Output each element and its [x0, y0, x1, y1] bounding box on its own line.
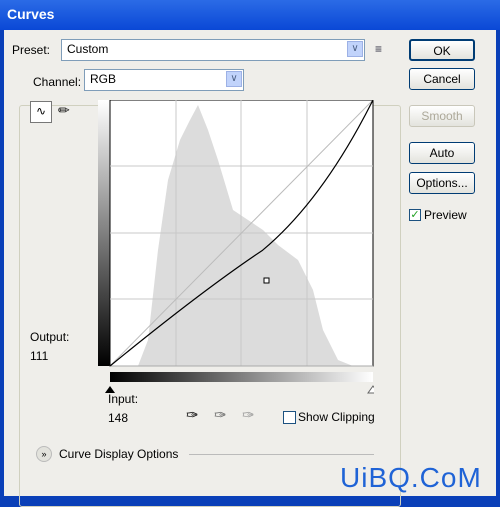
gray-eyedropper-icon[interactable]: ✑	[214, 406, 227, 424]
smooth-button: Smooth	[409, 105, 475, 127]
output-gradient	[98, 100, 110, 366]
input-value: 148	[108, 411, 129, 425]
preview-label: Preview	[424, 208, 467, 222]
input-gradient	[110, 372, 373, 382]
curve-graph[interactable]	[98, 100, 374, 400]
checkbox-checked-icon: ✓	[409, 209, 421, 221]
divider	[189, 454, 374, 455]
preview-checkbox[interactable]: ✓ Preview	[409, 208, 467, 222]
white-point-slider[interactable]	[367, 385, 374, 394]
preset-value: Custom	[67, 42, 109, 56]
white-eyedropper-icon[interactable]: ✑	[242, 406, 255, 424]
show-clipping-checkbox[interactable]: Show Clipping	[283, 410, 375, 424]
preset-label: Preset:	[12, 43, 51, 57]
options-button[interactable]: Options...	[409, 172, 475, 194]
auto-button[interactable]: Auto	[409, 142, 475, 164]
watermark-logo: UiBQ.CoM	[340, 462, 482, 493]
preset-options-icon[interactable]: ≡	[375, 42, 382, 56]
curve-point[interactable]	[263, 277, 270, 284]
preset-select[interactable]: Custom ∨	[61, 39, 365, 61]
cancel-button[interactable]: Cancel	[409, 68, 475, 90]
chevron-down-icon: ∨	[347, 41, 363, 57]
channel-select[interactable]: RGB ∨	[84, 69, 244, 91]
ok-button[interactable]: OK	[409, 39, 475, 61]
curve-tool-icon[interactable]: ∿	[30, 101, 52, 123]
output-value: 111	[30, 349, 49, 363]
window-title: Curves	[7, 6, 55, 22]
input-label: Input:	[108, 392, 139, 406]
title-bar: Curves	[0, 0, 500, 30]
output-label: Output:	[30, 330, 70, 344]
dialog-body: Preset: Custom ∨ ≡ OK Cancel Smooth Auto …	[4, 30, 496, 507]
show-clipping-label: Show Clipping	[298, 410, 375, 424]
pencil-tool-icon[interactable]: ✏	[58, 102, 70, 119]
expand-icon[interactable]: »	[36, 446, 52, 462]
chevron-down-icon: ∨	[226, 71, 242, 87]
curve-display-options-label[interactable]: Curve Display Options	[59, 447, 178, 461]
channel-value: RGB	[90, 72, 117, 86]
checkbox-unchecked-icon	[283, 410, 296, 424]
channel-label: Channel:	[30, 75, 85, 89]
black-eyedropper-icon[interactable]: ✑	[186, 406, 199, 424]
